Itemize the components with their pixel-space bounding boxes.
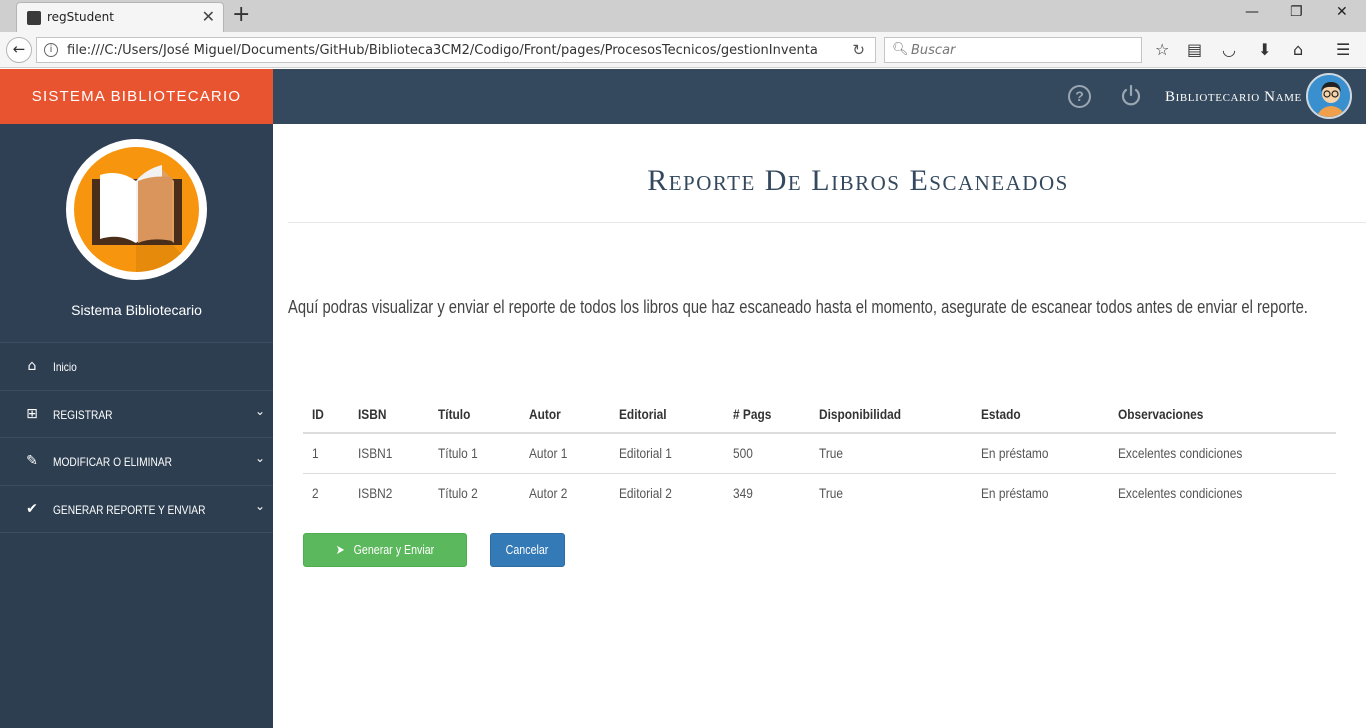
avatar[interactable] bbox=[1306, 73, 1352, 119]
sidebar-item-label: REGISTRAR bbox=[53, 408, 113, 422]
browser-tab-bar: regStudent ✕ + — ❐ ✕ bbox=[0, 0, 1366, 32]
home-browser-icon[interactable]: ⌂ bbox=[1293, 40, 1303, 59]
column-header: ID bbox=[303, 395, 349, 434]
column-header: ISBN bbox=[349, 395, 429, 434]
clipboard-check-icon: ✔ bbox=[26, 501, 38, 517]
sidebar-item-label: Inicio bbox=[53, 360, 77, 374]
column-header: Observaciones bbox=[1109, 395, 1336, 434]
search-icon: 🔍︎ bbox=[892, 42, 909, 57]
chevron-down-icon: ⌄ bbox=[254, 404, 265, 418]
tab-title: regStudent bbox=[47, 10, 114, 24]
bookmark-star-icon[interactable]: ☆ bbox=[1155, 40, 1169, 59]
restore-icon[interactable]: ❐ bbox=[1290, 4, 1303, 20]
top-bar: ? Bibliotecario Name bbox=[273, 69, 1366, 124]
minimize-icon[interactable]: — bbox=[1245, 4, 1259, 20]
browser-nav-bar: ← i file:///C:/Users/José Miguel/Documen… bbox=[0, 32, 1366, 68]
sidebar-profile: Sistema Bibliotecario bbox=[0, 124, 273, 342]
column-header: # Pags bbox=[724, 395, 810, 434]
table-cell: True bbox=[819, 485, 844, 502]
table-cell: 349 bbox=[733, 485, 753, 502]
info-icon[interactable]: i bbox=[44, 43, 58, 57]
browser-tab[interactable]: regStudent ✕ bbox=[16, 2, 224, 32]
column-header: Estado bbox=[972, 395, 1109, 434]
column-header: Autor bbox=[520, 395, 610, 434]
sidebar-item-inicio[interactable]: ⌂ Inicio bbox=[0, 342, 273, 390]
table-cell: Autor 2 bbox=[529, 485, 568, 502]
table-cell: Excelentes condiciones bbox=[1109, 433, 1336, 474]
table-row: 1 ISBN1 Título 1 Autor 1 Editorial 1 500… bbox=[303, 433, 1336, 474]
column-header: Título bbox=[429, 395, 520, 434]
report-table: ID ISBN Título Autor Editorial # Pags Di… bbox=[303, 395, 1336, 513]
user-name[interactable]: Bibliotecario Name bbox=[1165, 89, 1302, 106]
help-icon[interactable]: ? bbox=[1068, 85, 1091, 108]
reading-list-icon[interactable]: ▤ bbox=[1187, 40, 1202, 59]
home-icon: ⌂ bbox=[27, 358, 37, 374]
table-cell: Título 1 bbox=[429, 433, 520, 474]
page-favicon-icon bbox=[27, 11, 41, 25]
intro-text: Aquí podras visualizar y enviar el repor… bbox=[288, 297, 1308, 317]
page-title: Reporte De Libros Escaneados bbox=[647, 164, 1069, 197]
url-bar[interactable]: i file:///C:/Users/José Miguel/Documents… bbox=[36, 37, 876, 63]
column-header: Disponibilidad bbox=[810, 395, 972, 434]
cancel-button[interactable]: Cancelar bbox=[490, 533, 565, 567]
table-cell: Título 2 bbox=[438, 485, 478, 502]
url-text[interactable]: file:///C:/Users/José Miguel/Documents/G… bbox=[67, 43, 817, 58]
power-icon[interactable] bbox=[1119, 84, 1143, 108]
sidebar-item-label: GENERAR REPORTE Y ENVIAR bbox=[53, 503, 206, 517]
book-icon bbox=[74, 147, 199, 272]
menu-icon[interactable]: ☰ bbox=[1336, 40, 1350, 59]
profile-name: Sistema Bibliotecario bbox=[71, 302, 202, 318]
table-cell: True bbox=[810, 433, 972, 474]
table-cell: Autor 1 bbox=[520, 433, 610, 474]
sidebar-divider bbox=[0, 532, 273, 533]
table-header-row: ID ISBN Título Autor Editorial # Pags Di… bbox=[303, 395, 1336, 434]
table-cell: ISBN1 bbox=[349, 433, 429, 474]
sidebar-item-registrar[interactable]: ⊞ REGISTRAR ⌄ bbox=[0, 390, 273, 438]
send-icon: ➤ bbox=[335, 542, 345, 557]
send-report-button[interactable]: ➤ Generar y Enviar Reporte bbox=[303, 533, 467, 589]
table-cell: ISBN2 bbox=[358, 485, 393, 502]
chevron-down-icon: ⌄ bbox=[254, 499, 265, 513]
app-logo bbox=[66, 139, 207, 280]
send-report-label: Generar y Enviar Reporte bbox=[353, 542, 435, 589]
app-brand[interactable]: SISTEMA BIBLIOTECARIO bbox=[0, 69, 273, 124]
close-tab-icon[interactable]: ✕ bbox=[202, 7, 215, 26]
table-cell: 1 bbox=[303, 433, 349, 474]
search-placeholder[interactable]: Buscar bbox=[911, 43, 955, 58]
table-cell: 2 bbox=[312, 485, 319, 502]
new-tab-icon[interactable]: + bbox=[232, 2, 250, 27]
download-icon[interactable]: ⬇ bbox=[1258, 40, 1271, 59]
reload-icon[interactable]: ↻ bbox=[852, 41, 865, 59]
table-cell: 500 bbox=[724, 433, 810, 474]
pencil-icon: ✎ bbox=[26, 453, 38, 469]
sidebar-item-modificar[interactable]: ✎ MODIFICAR O ELIMINAR ⌄ bbox=[0, 437, 273, 485]
sidebar: Sistema Bibliotecario ⌂ Inicio ⊞ REGISTR… bbox=[0, 124, 273, 728]
plus-square-icon: ⊞ bbox=[26, 406, 38, 422]
sidebar-item-label: MODIFICAR O ELIMINAR bbox=[53, 455, 173, 469]
search-bar[interactable]: 🔍︎ Buscar bbox=[884, 37, 1142, 63]
table-cell: En préstamo bbox=[981, 485, 1049, 502]
pocket-icon[interactable]: ◡ bbox=[1222, 40, 1236, 59]
title-divider bbox=[288, 222, 1366, 223]
column-header: Editorial bbox=[610, 395, 724, 434]
table-cell: Editorial 1 bbox=[610, 433, 724, 474]
close-window-icon[interactable]: ✕ bbox=[1336, 4, 1348, 20]
table-row: 2 ISBN2 Título 2 Autor 2 Editorial 2 349… bbox=[303, 473, 1336, 513]
table-cell: En préstamo bbox=[972, 433, 1109, 474]
table-cell: Editorial 2 bbox=[619, 485, 672, 502]
cancel-label: Cancelar bbox=[506, 542, 549, 557]
table-cell: Excelentes condiciones bbox=[1118, 485, 1243, 502]
sidebar-item-generar-reporte[interactable]: ✔ GENERAR REPORTE Y ENVIAR ⌄ bbox=[0, 485, 273, 533]
back-icon[interactable]: ← bbox=[6, 37, 32, 63]
chevron-down-icon: ⌄ bbox=[254, 451, 265, 465]
